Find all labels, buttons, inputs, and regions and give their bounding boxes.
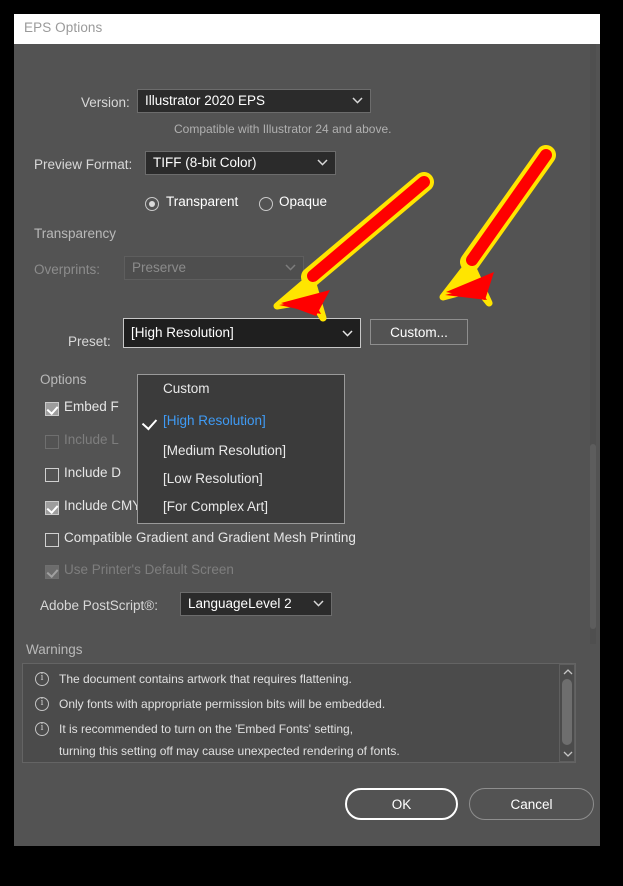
overprints-select: Preserve bbox=[124, 256, 304, 280]
dialog-title: EPS Options bbox=[24, 20, 103, 35]
checkbox-include-cmyk[interactable] bbox=[45, 501, 59, 515]
version-label: Version: bbox=[81, 95, 130, 110]
option-label-compatible-gradient: Compatible Gradient and Gradient Mesh Pr… bbox=[64, 530, 356, 545]
checkbox-compatible-gradient[interactable] bbox=[45, 533, 59, 547]
overprints-label: Overprints: bbox=[34, 262, 101, 277]
dropdown-option-for-complex-art[interactable]: [For Complex Art] bbox=[138, 493, 344, 523]
radio-transparent-label: Transparent bbox=[166, 194, 239, 209]
chevron-down-icon bbox=[352, 97, 363, 104]
checkbox-printer-default-screen bbox=[45, 565, 59, 579]
warning-text-2: Only fonts with appropriate permission b… bbox=[59, 697, 386, 711]
overprints-value: Preserve bbox=[132, 260, 187, 275]
warnings-scrollbar[interactable] bbox=[559, 664, 575, 762]
option-label-printer-default-screen: Use Printer's Default Screen bbox=[64, 562, 234, 577]
warning-text-4: turning this setting off may cause unexp… bbox=[59, 744, 400, 758]
option-label-include-linked-files: Include L bbox=[64, 432, 119, 447]
checkbox-include-thumbnails[interactable] bbox=[45, 468, 59, 482]
custom-button[interactable]: Custom... bbox=[370, 319, 468, 345]
scrollbar-thumb[interactable] bbox=[590, 444, 596, 629]
info-icon: i bbox=[35, 722, 49, 736]
version-hint: Compatible with Illustrator 24 and above… bbox=[174, 122, 392, 136]
info-icon: i bbox=[35, 672, 49, 686]
cancel-button[interactable]: Cancel bbox=[469, 788, 594, 820]
postscript-select[interactable]: LanguageLevel 2 bbox=[180, 592, 332, 616]
chevron-down-icon bbox=[313, 600, 324, 607]
ok-button[interactable]: OK bbox=[345, 788, 458, 820]
eps-options-dialog: EPS Options Version: Illustrator 2020 EP… bbox=[14, 14, 600, 846]
preset-label: Preset: bbox=[68, 334, 111, 349]
dropdown-option-high-resolution[interactable]: [High Resolution] bbox=[138, 407, 344, 437]
dialog-titlebar: EPS Options bbox=[14, 14, 600, 44]
warning-text-1: The document contains artwork that requi… bbox=[59, 672, 352, 686]
dropdown-option-medium-resolution[interactable]: [Medium Resolution] bbox=[138, 437, 344, 467]
option-label-embed-fonts: Embed F bbox=[64, 399, 119, 414]
dialog-vertical-scrollbar[interactable] bbox=[588, 44, 598, 644]
options-section-title: Options bbox=[40, 372, 87, 387]
dialog-body: Version: Illustrator 2020 EPS Compatible… bbox=[14, 44, 600, 846]
chevron-down-icon bbox=[342, 330, 353, 337]
chevron-down-icon bbox=[285, 264, 296, 271]
preset-select-value: [High Resolution] bbox=[131, 325, 234, 340]
preview-format-value: TIFF (8-bit Color) bbox=[153, 155, 257, 170]
version-select-value: Illustrator 2020 EPS bbox=[145, 93, 266, 108]
postscript-label: Adobe PostScript®: bbox=[40, 598, 159, 613]
transparency-section-title: Transparency bbox=[34, 226, 117, 241]
preset-select[interactable]: [High Resolution] bbox=[123, 318, 361, 348]
warnings-scrollbar-thumb[interactable] bbox=[562, 679, 572, 745]
checkbox-embed-fonts[interactable] bbox=[45, 402, 59, 416]
checkbox-include-linked-files bbox=[45, 435, 59, 449]
preset-dropdown-popup[interactable]: Custom [High Resolution] [Medium Resolut… bbox=[137, 374, 345, 524]
dropdown-option-custom[interactable]: Custom bbox=[138, 375, 344, 405]
version-select[interactable]: Illustrator 2020 EPS bbox=[137, 89, 371, 113]
chevron-down-icon bbox=[317, 159, 328, 166]
preview-format-label: Preview Format: bbox=[34, 157, 133, 172]
radio-opaque[interactable] bbox=[259, 197, 273, 211]
preview-format-select[interactable]: TIFF (8-bit Color) bbox=[145, 151, 336, 175]
scroll-down-icon[interactable] bbox=[560, 749, 576, 759]
warning-text-3: It is recommended to turn on the 'Embed … bbox=[59, 722, 354, 736]
info-icon: i bbox=[35, 697, 49, 711]
dropdown-option-low-resolution[interactable]: [Low Resolution] bbox=[138, 465, 344, 495]
warnings-panel: i The document contains artwork that req… bbox=[22, 663, 576, 763]
postscript-value: LanguageLevel 2 bbox=[188, 596, 292, 611]
check-icon bbox=[141, 414, 158, 431]
option-label-include-thumbnails: Include D bbox=[64, 465, 122, 480]
scroll-up-icon[interactable] bbox=[560, 667, 576, 677]
radio-opaque-label: Opaque bbox=[279, 194, 328, 209]
warnings-section-title: Warnings bbox=[26, 642, 83, 657]
radio-transparent[interactable] bbox=[145, 197, 159, 211]
